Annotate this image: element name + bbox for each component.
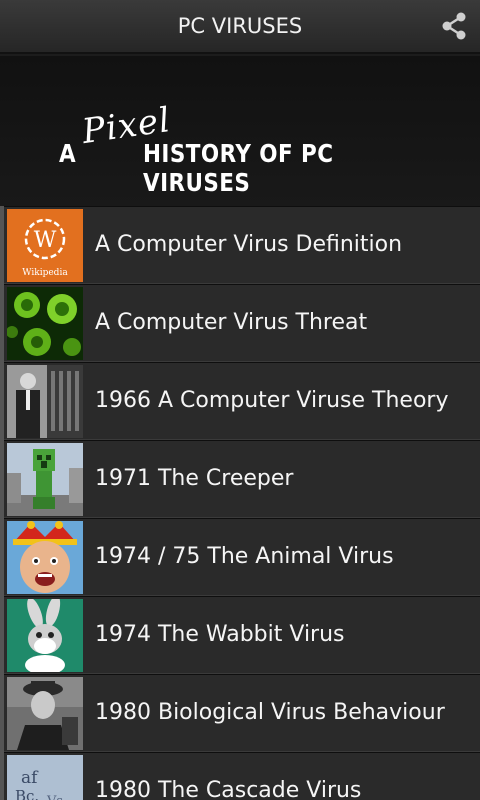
header-banner: A Pixel HISTORY OF PC VIRUSES <box>0 56 480 206</box>
wikipedia-logo-thumbnail: W Wikipedia <box>7 209 83 282</box>
banner-word-a: A <box>59 139 77 168</box>
list-item-label: A Computer Virus Threat <box>95 310 368 335</box>
list-item-label: A Computer Virus Definition <box>95 232 403 257</box>
scientist-photo-thumbnail <box>7 365 83 438</box>
svg-text:Wikipedia: Wikipedia <box>22 268 68 278</box>
action-bar: PC VIRUSES <box>0 0 480 54</box>
list-item[interactable]: A Computer Virus Threat <box>4 284 480 362</box>
app-title: PC VIRUSES <box>177 14 303 38</box>
list-item[interactable]: 1980 Biological Virus Behaviour <box>4 674 480 752</box>
banner-title: HISTORY OF PC VIRUSES <box>143 139 334 197</box>
svg-text:Bc.: Bc. <box>15 787 39 800</box>
list-item[interactable]: 1974 / 75 The Animal Virus <box>4 518 480 596</box>
svg-text:Vs.: Vs. <box>46 794 67 800</box>
app-screen: PC VIRUSES A Pixel HISTORY OF PC VIRUSES… <box>0 0 480 800</box>
list-item-label: 1974 / 75 The Animal Virus <box>95 544 394 569</box>
cascade-letters-thumbnail: af Bc. Vs. ns <box>7 755 83 800</box>
svg-text:W: W <box>34 228 57 253</box>
share-button[interactable] <box>438 10 470 42</box>
list-item[interactable]: 1966 A Computer Viruse Theory <box>4 362 480 440</box>
bugs-bunny-thumbnail <box>7 599 83 672</box>
list-item[interactable]: 1971 The Creeper <box>4 440 480 518</box>
list-item-label: 1974 The Wabbit Virus <box>95 622 345 647</box>
jester-face-thumbnail <box>7 521 83 594</box>
green-virus-thumbnail <box>7 287 83 360</box>
list-item-label: 1980 The Cascade Virus <box>95 778 362 800</box>
list-item[interactable]: W Wikipedia A Computer Virus Definition <box>4 206 480 284</box>
list-item-label: 1966 A Computer Viruse Theory <box>95 388 449 413</box>
list-item[interactable]: af Bc. Vs. ns 1980 The Cascade Virus <box>4 752 480 800</box>
man-portrait-thumbnail <box>7 677 83 750</box>
list-item-label: 1971 The Creeper <box>95 466 294 491</box>
share-icon <box>442 12 466 40</box>
virus-list: W Wikipedia A Computer Virus Definition <box>0 206 480 800</box>
creeper-thumbnail <box>7 443 83 516</box>
list-item[interactable]: 1974 The Wabbit Virus <box>4 596 480 674</box>
svg-text:af: af <box>21 768 39 788</box>
list-item-label: 1980 Biological Virus Behaviour <box>95 700 445 725</box>
